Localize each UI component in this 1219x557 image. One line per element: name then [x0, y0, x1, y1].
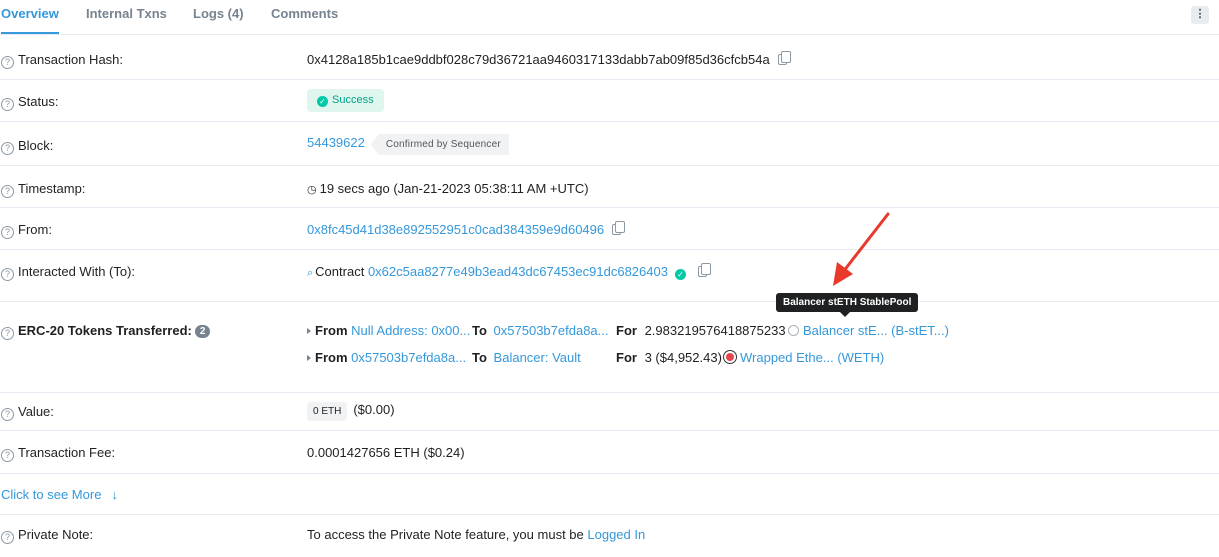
help-icon[interactable]: ?: [1, 56, 14, 69]
label-transaction-fee: ? Transaction Fee:: [1, 445, 115, 462]
value-block: 54439622 Confirmed by Sequencer: [307, 134, 509, 155]
help-icon[interactable]: ?: [1, 408, 14, 421]
label-timestamp: ? Timestamp:: [1, 181, 85, 198]
block-link[interactable]: 54439622: [307, 135, 365, 150]
verified-check-icon: ✓: [674, 269, 686, 280]
copy-icon[interactable]: [697, 263, 711, 277]
confirmed-badge: Confirmed by Sequencer: [370, 134, 509, 155]
tab-overview[interactable]: Overview: [1, 0, 59, 34]
tab-internal-txns[interactable]: Internal Txns: [86, 0, 167, 34]
copy-icon[interactable]: [612, 221, 626, 235]
login-link[interactable]: Logged In: [587, 527, 645, 542]
label-private-note: ? Private Note:: [1, 527, 93, 544]
caret-right-icon[interactable]: [307, 328, 311, 334]
value-from: 0x8fc45d41d38e892552951c0cad384359e9d604…: [307, 221, 626, 237]
from-address-link[interactable]: 0x8fc45d41d38e892552951c0cad384359e9d604…: [307, 222, 604, 237]
transfer-amount: 2.983219576418875233: [644, 323, 786, 338]
more-options-icon[interactable]: ⋮: [1191, 6, 1209, 24]
token-placeholder-icon: [788, 325, 799, 336]
transfer-to-link[interactable]: Balancer: Vault: [494, 350, 581, 365]
row-transaction-hash: ? Transaction Hash: 0x4128a185b1cae9ddbf0…: [0, 35, 1219, 80]
label-status: ? Status:: [1, 94, 58, 111]
weth-token-icon: [724, 351, 736, 363]
row-interacted-with: ? Interacted With (To): ⌕ Contract 0x62c5a…: [0, 250, 1219, 302]
annotation-arrow-icon: [833, 212, 890, 286]
row-status: ? Status: ✓ Success: [0, 80, 1219, 122]
row-timestamp: ? Timestamp: ◷ 19 secs ago (Jan-21-2023 05…: [0, 166, 1219, 208]
transfer-amount: 3 ($4,952.43): [644, 350, 722, 365]
tab-comments[interactable]: Comments: [271, 0, 338, 34]
value-transaction-fee: 0.0001427656 ETH ($0.24): [307, 445, 465, 460]
clock-icon: ◷: [307, 184, 317, 196]
copy-icon[interactable]: [777, 51, 791, 65]
value-transaction-hash: 0x4128a185b1cae9ddbf028c79d36721aa946031…: [307, 51, 791, 67]
row-private-note: ? Private Note: To access the Private Not…: [0, 515, 1219, 557]
value-timestamp: ◷ 19 secs ago (Jan-21-2023 05:38:11 AM +U…: [307, 181, 589, 196]
transfer-from-link[interactable]: Null Address: 0x00...: [351, 323, 470, 338]
token-link[interactable]: Wrapped Ethe... (WETH): [740, 350, 884, 365]
label-value: ? Value:: [1, 404, 54, 421]
label-interacted-with: ? Interacted With (To):: [1, 264, 135, 281]
tab-bar: Overview Internal Txns Logs (4) Comments…: [0, 0, 1219, 35]
help-icon[interactable]: ?: [1, 449, 14, 462]
row-see-more: Click to see More ↓: [0, 474, 1219, 515]
help-icon[interactable]: ?: [1, 142, 14, 155]
value-interacted-with: ⌕ Contract 0x62c5aa8277e49b3ead43dc67453e…: [307, 263, 711, 280]
value-private-note: To access the Private Note feature, you …: [307, 527, 646, 542]
label-from: ? From:: [1, 222, 52, 239]
label-erc20: ? ERC-20 Tokens Transferred: 2: [1, 323, 211, 340]
eth-value-badge: 0 ETH: [307, 402, 348, 421]
help-icon[interactable]: ?: [1, 226, 14, 239]
row-value: ? Value: 0 ETH ($0.00): [0, 393, 1219, 431]
row-erc20-transfers: ? ERC-20 Tokens Transferred: 2 From Null A…: [0, 302, 1219, 393]
help-icon[interactable]: ?: [1, 98, 14, 111]
label-block: ? Block:: [1, 138, 53, 155]
tx-hash-text: 0x4128a185b1cae9ddbf028c79d36721aa946031…: [307, 52, 770, 67]
value-value: 0 ETH ($0.00): [307, 402, 395, 421]
transfer-from-link[interactable]: 0x57503b7efda8a...: [351, 350, 466, 365]
caret-right-icon[interactable]: [307, 355, 311, 361]
transfer-to-link[interactable]: 0x57503b7efda8a...: [494, 323, 609, 338]
check-circle-icon: ✓: [317, 96, 328, 107]
see-more-link[interactable]: Click to see More ↓: [1, 487, 118, 502]
status-badge: ✓ Success: [307, 89, 384, 112]
help-icon[interactable]: ?: [1, 268, 14, 281]
help-icon[interactable]: ?: [1, 531, 14, 544]
contract-address-link[interactable]: 0x62c5aa8277e49b3ead43dc67453ec91dc68264…: [368, 264, 668, 279]
arrow-down-icon: ↓: [111, 487, 118, 502]
transfer-count-badge: 2: [194, 325, 211, 338]
row-block: ? Block: 54439622 Confirmed by Sequencer: [0, 122, 1219, 166]
token-link[interactable]: Balancer stE... (B-stET...): [803, 323, 949, 338]
row-transaction-fee: ? Transaction Fee: 0.0001427656 ETH ($0.2…: [0, 431, 1219, 474]
help-icon[interactable]: ?: [1, 327, 14, 340]
label-transaction-hash: ? Transaction Hash:: [1, 52, 123, 69]
tab-logs[interactable]: Logs (4): [193, 0, 244, 34]
help-icon[interactable]: ?: [1, 185, 14, 198]
row-from: ? From: 0x8fc45d41d38e892552951c0cad38435…: [0, 208, 1219, 250]
token-tooltip: Balancer stETH StablePool: [776, 293, 919, 317]
contract-search-icon: ⌕: [307, 267, 314, 279]
